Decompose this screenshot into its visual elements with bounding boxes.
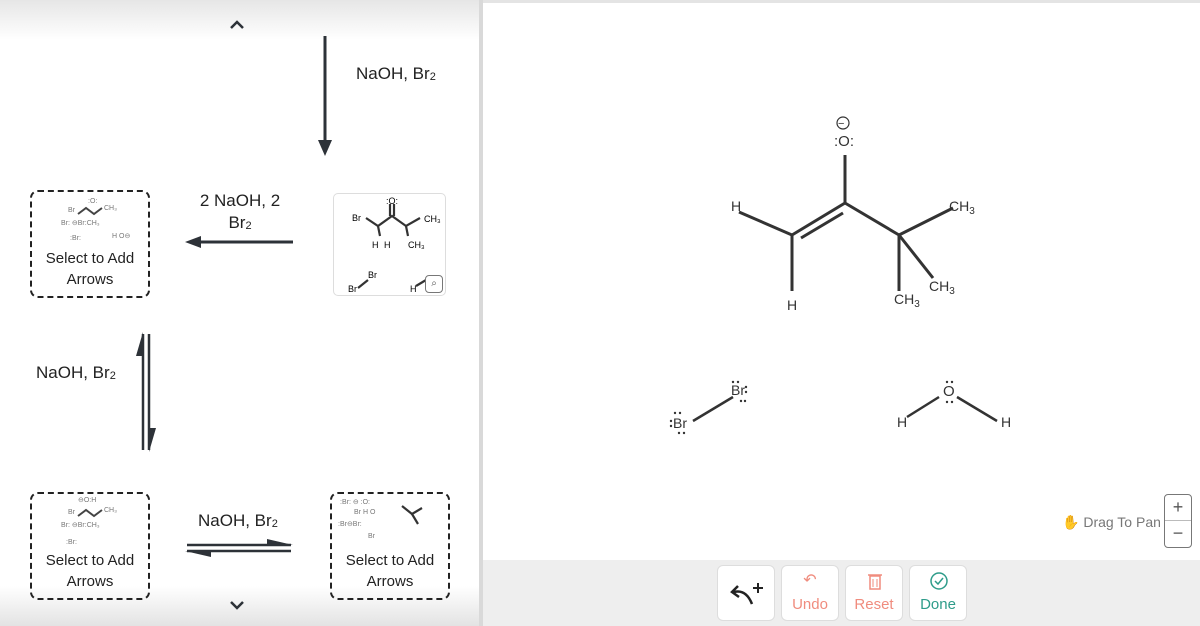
scroll-up-chevron-icon[interactable] — [229, 18, 245, 30]
svg-text:H: H — [410, 284, 417, 294]
water-oxygen: O — [943, 383, 955, 400]
intermediate-thumbnail[interactable]: :O: Br CH₃ H H CH₃ Br Br H O⊖ ⌕ — [333, 193, 446, 296]
equilibrium-arrows-horizontal — [185, 539, 293, 557]
svg-text:CH₃: CH₃ — [104, 507, 117, 514]
svg-text::Br: ⊖ :O:: :Br: ⊖ :O: — [340, 499, 370, 506]
curved-arrow-plus-icon — [730, 583, 763, 605]
bottom-toolbar: ↶ Undo Reset Done — [483, 560, 1200, 626]
svg-text:Br: Br — [352, 213, 361, 223]
methyl-c: CH3 — [894, 291, 920, 310]
svg-text::O:: :O: — [386, 196, 398, 206]
svg-text:Br: Br — [348, 284, 357, 294]
step-box-label: Select to Add Arrows — [345, 552, 435, 590]
magnifier-icon: ⌕ — [431, 278, 437, 289]
svg-text:Br: ⊖Br:CH₃: Br: ⊖Br:CH₃ — [61, 522, 100, 529]
reagent-label-left-arrow: 2 NaOH, 2 Br2 — [199, 191, 281, 232]
equilibrium-arrows-vertical — [136, 332, 156, 452]
svg-text:Br: Br — [68, 509, 76, 516]
svg-text:H: H — [384, 240, 391, 250]
reagent-label-top: NaOH, Br2 — [356, 64, 436, 83]
hand-icon: ✋ — [1062, 514, 1080, 530]
step-box-label: Select to Add Arrows — [45, 250, 135, 288]
hydrogen-bottom: H — [787, 297, 797, 313]
reset-button[interactable]: Reset — [845, 565, 903, 621]
mechanism-steps-panel: NaOH, Br2 2 NaOH, 2 Br2 :O: Br CH₃ Br: ⊖… — [0, 0, 480, 626]
add-arrow-button[interactable] — [717, 565, 775, 621]
oxygen-atom: :O: — [834, 133, 854, 150]
drag-to-pan-hint: ✋ Drag To Pan — [1062, 514, 1161, 530]
step-box-top-left[interactable]: :O: Br CH₃ Br: ⊖Br:CH₃ :Br: H O⊖ Select … — [30, 190, 150, 298]
step-box-label: Select to Add Arrows — [45, 552, 135, 590]
zoom-in-button[interactable]: + — [1165, 495, 1191, 521]
svg-text:CH₃: CH₃ — [424, 214, 441, 224]
trash-icon — [868, 574, 882, 590]
water-molecule[interactable]: O H H — [897, 380, 1011, 430]
methyl-a: CH3 — [949, 198, 975, 217]
svg-text:Br: ⊖Br:CH₃: Br: ⊖Br:CH₃ — [61, 220, 100, 227]
bromine-molecule[interactable]: Br Br — [669, 380, 748, 435]
zoom-control: + − — [1164, 494, 1192, 548]
step-box-bottom-left[interactable]: ⊖O:H Br CH₃ Br: ⊖Br:CH₃ :Br: Select to A… — [30, 492, 150, 600]
reagent-label-horizontal-equilibrium: NaOH, Br2 — [198, 511, 278, 530]
reaction-arrow-down — [318, 36, 332, 156]
check-circle-icon — [930, 572, 948, 590]
hydrogen-top: H — [731, 198, 741, 214]
zoom-out-button[interactable]: − — [1165, 521, 1191, 547]
undo-arrow-icon: ↶ — [803, 572, 817, 589]
svg-text::Br:: :Br: — [66, 539, 77, 546]
water-hydrogen-right: H — [1001, 414, 1011, 430]
svg-text:Br: Br — [368, 533, 376, 540]
svg-text:H: H — [372, 240, 379, 250]
done-button[interactable]: Done — [909, 565, 967, 621]
undo-button[interactable]: ↶ Undo — [781, 565, 839, 621]
reaction-arrow-left — [185, 236, 293, 248]
svg-text:Br: Br — [68, 207, 76, 214]
step-box-bottom-right[interactable]: :Br: ⊖ :O: Br H O :Br⊖Br: Br Select to A… — [330, 492, 450, 600]
svg-text:H O⊖: H O⊖ — [112, 233, 130, 240]
svg-text:CH₃: CH₃ — [104, 205, 117, 212]
enolate-molecule[interactable]: − :O: H H CH3 CH3 CH3 — [731, 116, 975, 313]
drawing-canvas[interactable]: − :O: H H CH3 CH3 CH3 Br Br O H H — [483, 3, 1200, 563]
bromine-atom-2: Br — [673, 415, 687, 431]
svg-text:Br: Br — [368, 270, 377, 280]
water-hydrogen-left: H — [897, 414, 907, 430]
methyl-b: CH3 — [929, 278, 955, 297]
bromine-atom-1: Br — [731, 382, 745, 398]
svg-text::Br:: :Br: — [70, 235, 81, 242]
thumbnail-zoom-button[interactable]: ⌕ — [425, 275, 443, 293]
scroll-down-chevron-icon[interactable] — [229, 600, 245, 612]
svg-text:CH₃: CH₃ — [408, 240, 425, 250]
svg-text:Br H O: Br H O — [354, 509, 376, 516]
svg-text::O:: :O: — [88, 198, 97, 205]
svg-text::Br⊖Br:: :Br⊖Br: — [338, 521, 362, 528]
reagent-label-vertical-equilibrium: NaOH, Br2 — [36, 363, 116, 382]
svg-text:⊖O:H: ⊖O:H — [78, 497, 96, 504]
